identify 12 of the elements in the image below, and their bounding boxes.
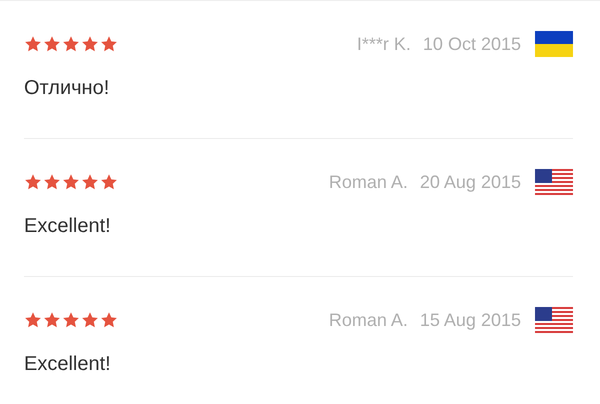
review-date: 15 Aug 2015 — [420, 310, 521, 330]
author-name: Roman A. — [328, 310, 408, 330]
review-text: Excellent! — [24, 215, 112, 238]
flag-icon — [535, 31, 573, 57]
flag-icon — [535, 169, 573, 195]
review-date: 10 Oct 2015 — [422, 34, 521, 54]
review-text: Excellent! — [24, 353, 112, 376]
author-name: Roman A. — [328, 172, 408, 192]
flag-icon — [535, 307, 573, 333]
review-date: 20 Aug 2015 — [420, 172, 521, 192]
review-text: Отлично! — [24, 77, 110, 100]
author-name: I***r K. — [356, 34, 411, 54]
